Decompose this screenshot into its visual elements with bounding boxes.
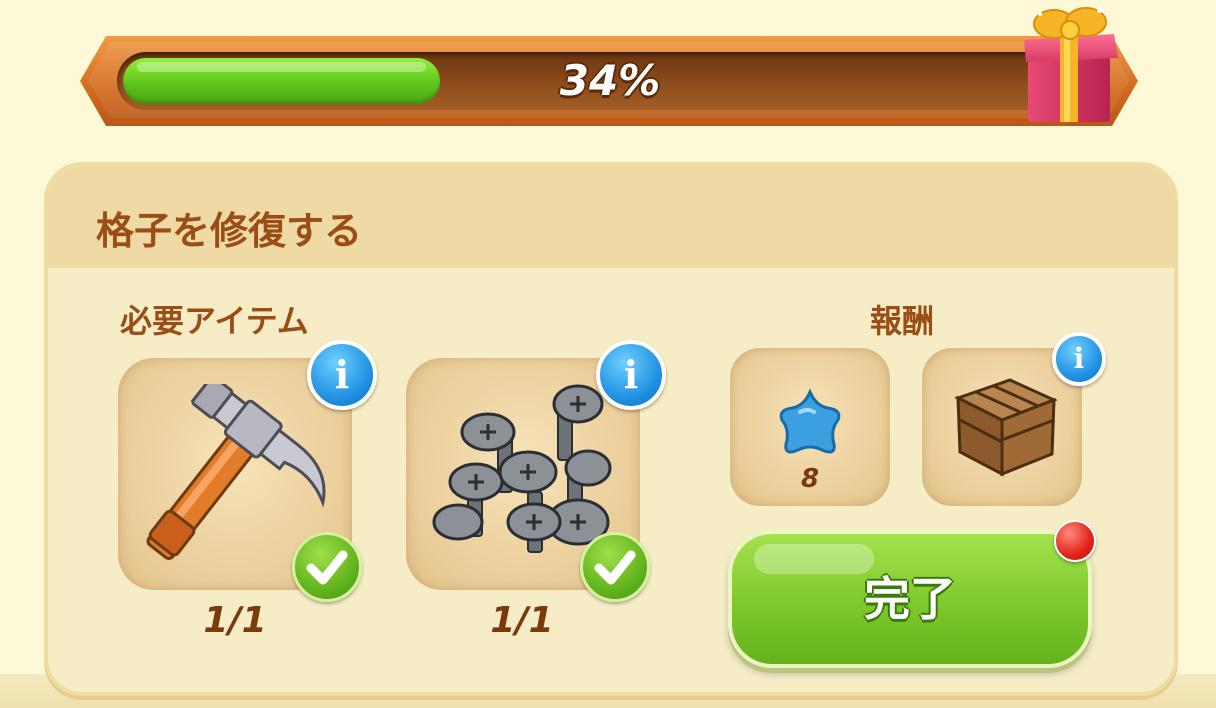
info-icon-crate[interactable]: i [1052, 332, 1106, 386]
reward-star-slot[interactable]: 8 [730, 348, 890, 506]
screws-count: 1/1 [490, 600, 554, 641]
progress-fill [123, 58, 440, 104]
check-icon-hammer [292, 532, 362, 602]
hammer-count: 1/1 [203, 600, 267, 641]
progress-percent-text: 34% [559, 56, 661, 105]
gift-box-icon[interactable] [1014, 0, 1126, 128]
check-icon-screws [580, 532, 650, 602]
blue-star-icon [779, 388, 841, 454]
wooden-crate-icon [954, 378, 1058, 477]
info-icon-screws[interactable]: i [596, 340, 666, 410]
info-icon-hammer[interactable]: i [307, 340, 377, 410]
required-items-label: 必要アイテム [120, 302, 309, 340]
complete-button-label: 完了 [864, 572, 956, 626]
rewards-label: 報酬 [870, 302, 935, 340]
complete-button[interactable]: 完了 [728, 530, 1092, 668]
notification-dot [1054, 520, 1096, 562]
reward-star-count: 8 [800, 464, 820, 494]
task-title: 格子を修復する [96, 209, 363, 253]
